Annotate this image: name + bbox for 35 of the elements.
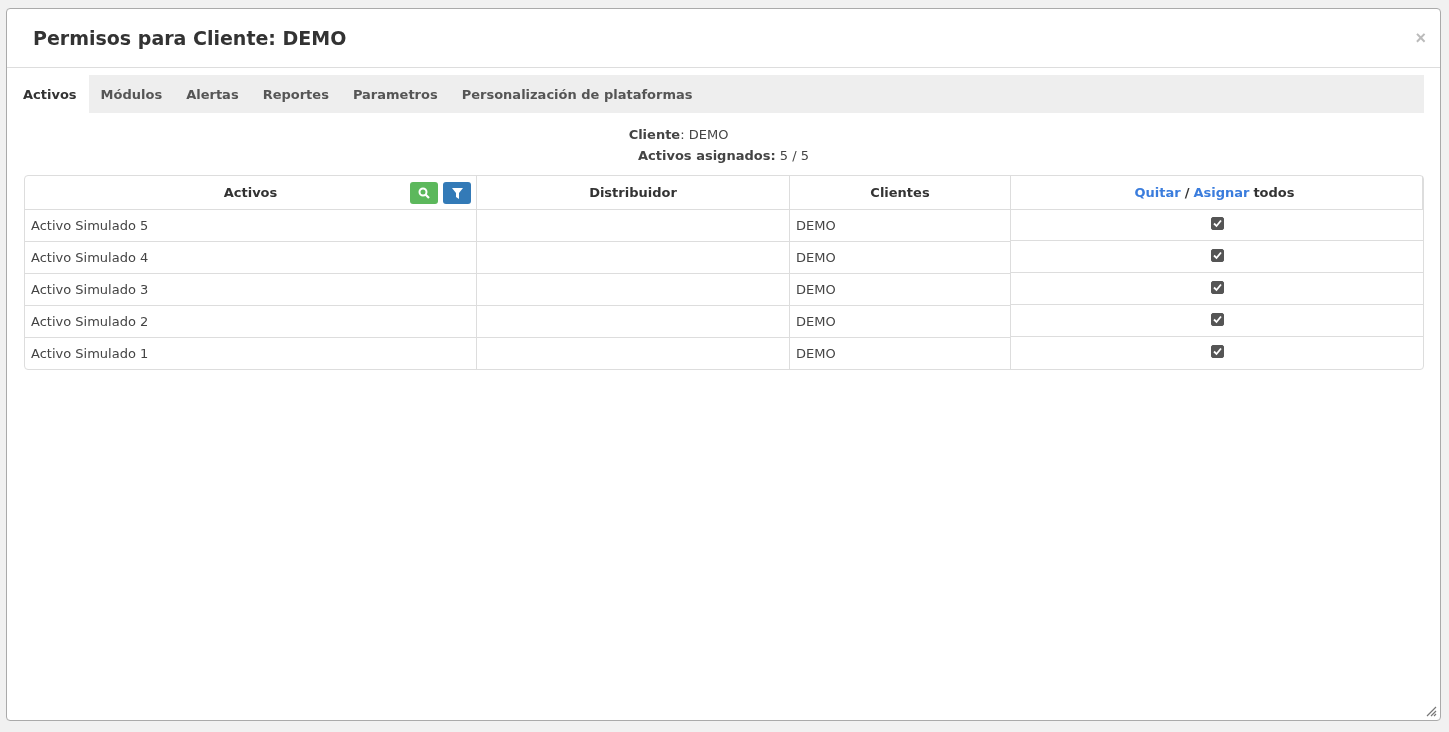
assign-all-link[interactable]: Asignar — [1193, 185, 1250, 200]
resize-grip-icon[interactable] — [1426, 706, 1437, 717]
table-cell: Activo Simulado 2 — [25, 306, 477, 338]
tab[interactable]: Activos — [11, 75, 89, 113]
tab[interactable]: Módulos — [88, 75, 175, 113]
header-text: todos — [1253, 185, 1295, 200]
table-cell: Activo Simulado 5 — [25, 210, 477, 242]
column-header: Distribuidor — [477, 176, 790, 210]
table-cell: DEMO — [790, 274, 1011, 306]
search-icon — [418, 187, 430, 199]
tab[interactable]: Alertas — [174, 75, 251, 113]
filter-button[interactable] — [443, 182, 471, 204]
checkbox[interactable] — [1210, 313, 1224, 326]
checkbox[interactable] — [1210, 217, 1224, 230]
checkbox[interactable] — [1210, 249, 1224, 262]
table-cell: Activo Simulado 1 — [25, 338, 477, 369]
separator-text: / — [1184, 185, 1190, 200]
checkbox[interactable] — [1210, 345, 1224, 358]
tab[interactable]: Parametros — [340, 75, 450, 113]
column-header: Activos — [223, 185, 278, 200]
remove-all-link[interactable]: Quitar — [1134, 185, 1181, 200]
table-cell: DEMO — [790, 242, 1011, 274]
dialog-title: Permisos para Cliente: DEMO — [33, 27, 347, 49]
table-cell: DEMO — [790, 210, 1011, 242]
tab[interactable]: Reportes — [250, 75, 341, 113]
tab[interactable]: Personalización de plataformas — [449, 75, 705, 113]
info-text: Cliente: DEMO — [628, 127, 729, 142]
table-cell: Activo Simulado 4 — [25, 242, 477, 274]
checkbox[interactable] — [1210, 281, 1224, 294]
table-cell: Activo Simulado 3 — [25, 274, 477, 306]
table-cell: DEMO — [790, 306, 1011, 338]
filter-icon — [451, 187, 463, 199]
column-header: Clientes — [790, 176, 1011, 210]
info-text: Activos asignados: 5 / 5 — [638, 148, 809, 163]
table-cell: DEMO — [790, 338, 1011, 369]
